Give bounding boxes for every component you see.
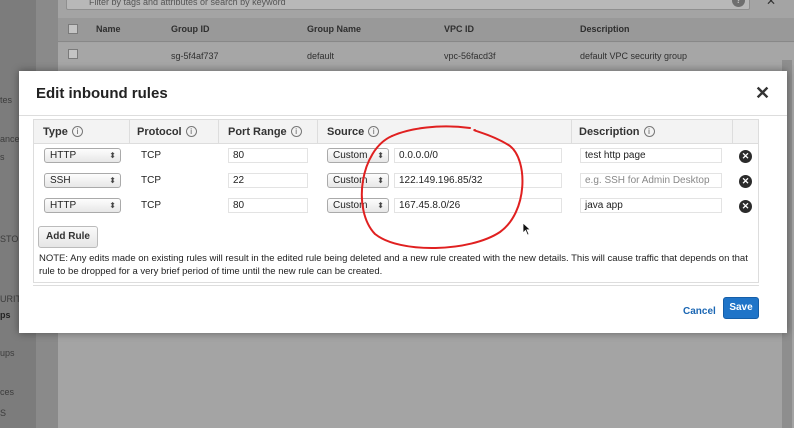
divider [33,285,759,286]
source-cidr-input[interactable]: 167.45.8.0/26 [394,198,562,213]
save-button[interactable]: Save [723,297,759,319]
type-select[interactable]: SSH ⬍ [44,173,121,188]
info-icon[interactable]: i [185,126,197,137]
select-arrows-icon: ⬍ [377,201,384,210]
source-type-select[interactable]: Custom ⬍ [327,198,389,213]
description-input[interactable]: test http page [580,148,722,163]
protocol-field: TCP [136,148,210,163]
close-icon[interactable]: ✕ [755,83,770,104]
sidebar-item[interactable]: ces [0,387,14,397]
select-arrows-icon: ⬍ [109,176,116,185]
select-arrows-icon: ⬍ [109,151,116,160]
inbound-rule-row: SSH ⬍ TCP 22 Custom ⬍ 122.149.196.85/32 e.… [34,173,758,197]
table-cell: vpc-56facd3f [444,51,496,61]
column-header-vpc-id[interactable]: VPC ID [444,24,474,34]
edit-inbound-rules-dialog: Edit inbound rules ✕ Type i Protocol i Por… [19,71,787,333]
search-input[interactable]: Filter by tags and attributes or search … [66,0,750,10]
source-type-select[interactable]: Custom ⬍ [327,173,389,188]
table-cell: default [307,51,335,61]
header-description: Description i [579,126,655,138]
protocol-field: TCP [136,198,210,213]
header-source: Source i [327,126,380,138]
header-protocol: Protocol i [137,126,197,138]
column-divider [218,120,219,144]
info-icon[interactable]: i [643,126,655,137]
table-header [58,18,794,42]
column-divider [571,120,572,144]
column-header-name[interactable]: Name [96,24,121,34]
type-select[interactable]: HTTP ⬍ [44,198,121,213]
edit-warning-note: NOTE: Any edits made on existing rules w… [39,253,748,277]
column-divider [129,120,130,144]
delete-rule-icon[interactable]: ✕ [739,200,752,213]
source-cidr-input[interactable]: 0.0.0.0/0 [394,148,562,163]
column-header-description[interactable]: Description [580,24,630,34]
cursor-icon [522,222,532,236]
sidebar-item[interactable]: ups [0,348,15,358]
sidebar-item[interactable]: s [0,152,5,162]
rules-table-header: Type i Protocol i Port Range i Source i Desc… [34,120,758,144]
select-arrows-icon: ⬍ [109,201,116,210]
info-icon[interactable]: i [71,126,83,137]
inbound-rule-row: HTTP ⬍ TCP 80 Custom ⬍ 0.0.0.0/0 test http… [34,148,758,172]
type-select[interactable]: HTTP ⬍ [44,148,121,163]
delete-rule-icon[interactable]: ✕ [739,175,752,188]
column-header-group-id[interactable]: Group ID [171,24,210,34]
description-input[interactable]: e.g. SSH for Admin Desktop [580,173,722,188]
divider [19,115,787,116]
column-divider [732,120,733,144]
table-cell: sg-5f4af737 [171,51,219,61]
sidebar-section-heading: STO [0,234,19,244]
row-checkbox[interactable] [68,49,78,59]
port-range-field[interactable]: 22 [228,173,308,188]
select-arrows-icon: ⬍ [377,176,384,185]
port-range-field[interactable]: 80 [228,148,308,163]
source-type-select[interactable]: Custom ⬍ [327,148,389,163]
cancel-button[interactable]: Cancel [683,306,716,317]
column-header-group-name[interactable]: Group Name [307,24,361,34]
table-cell: default VPC security group [580,51,688,61]
sidebar-item[interactable]: tes [0,95,12,105]
port-range-field[interactable]: 80 [228,198,308,213]
add-rule-button[interactable]: Add Rule [38,226,98,248]
sidebar-section-heading: S [0,408,7,418]
close-icon[interactable]: ✕ [766,0,776,8]
info-icon[interactable]: i [368,126,380,137]
select-arrows-icon: ⬍ [377,151,384,160]
select-all-checkbox[interactable] [68,24,78,34]
info-icon[interactable]: i [290,126,302,137]
inbound-rule-row: HTTP ⬍ TCP 80 Custom ⬍ 167.45.8.0/26 java … [34,198,758,222]
sidebar-item-active[interactable]: ps [0,310,11,320]
header-port-range: Port Range i [228,126,302,138]
description-input[interactable]: java app [580,198,722,213]
header-type: Type i [43,126,83,138]
sidebar-section-heading: URIT [0,294,21,304]
column-divider [317,120,318,144]
dialog-title: Edit inbound rules [36,85,168,102]
delete-rule-icon[interactable]: ✕ [739,150,752,163]
protocol-field: TCP [136,173,210,188]
source-cidr-input[interactable]: 122.149.196.85/32 [394,173,562,188]
